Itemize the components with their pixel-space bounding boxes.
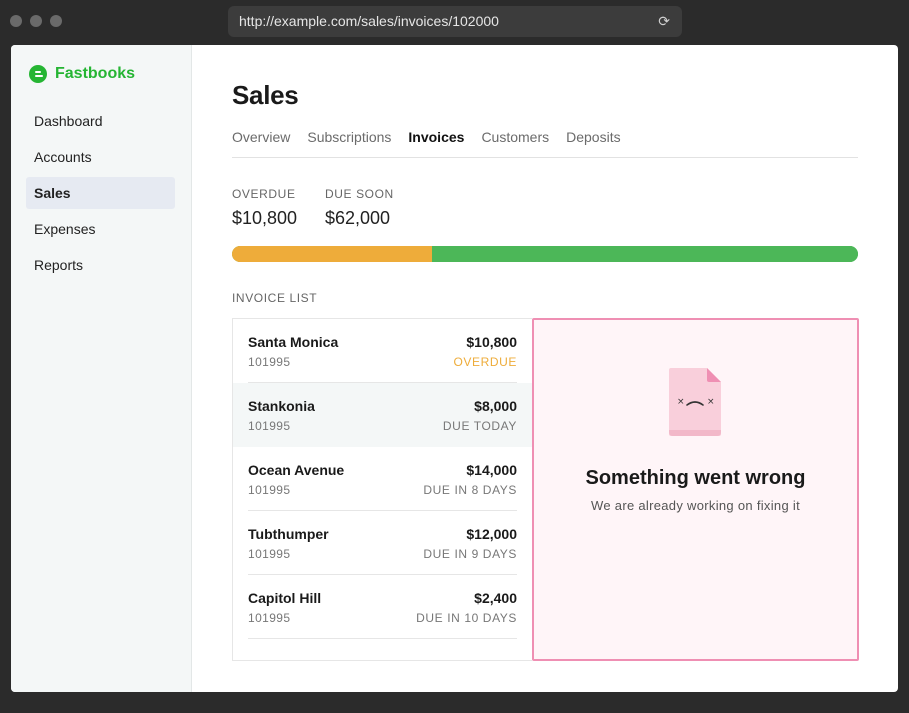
brand-logo[interactable]: Fastbooks: [29, 65, 135, 83]
invoice-row-stankonia[interactable]: Stankonia 101995 $8,000 DUE TODAY: [233, 383, 532, 447]
tab-subscriptions[interactable]: Subscriptions: [307, 129, 391, 157]
invoice-row-santa-monica[interactable]: Santa Monica 101995 $10,800 OVERDUE: [233, 319, 532, 383]
invoice-number: 101995: [248, 547, 291, 561]
invoice-number: 101995: [248, 483, 291, 497]
due-soon-bar-segment: [432, 246, 858, 262]
sidebar-item-sales[interactable]: Sales: [26, 177, 175, 209]
sad-document-icon: × ×: [669, 368, 721, 436]
invoice-customer: Ocean Avenue: [248, 462, 345, 478]
invoice-due-status: OVERDUE: [453, 355, 517, 369]
minimize-window-button[interactable]: [30, 15, 42, 27]
app-window: Fastbooks Dashboard Accounts Sales Expen…: [11, 45, 898, 692]
invoice-customer: Tubthumper: [248, 526, 329, 542]
invoice-amount: $2,400: [474, 590, 517, 606]
due-soon-summary: DUE SOON $62,000: [325, 187, 394, 229]
invoice-amount: $8,000: [474, 398, 517, 414]
sidebar-nav: Dashboard Accounts Sales Expenses Report…: [26, 105, 175, 285]
overdue-bar-segment: [232, 246, 433, 262]
receivables-progress-bar: [232, 246, 858, 262]
main-content: Sales Overview Subscriptions Invoices Cu…: [232, 45, 859, 692]
tab-deposits[interactable]: Deposits: [566, 129, 620, 157]
invoice-number: 101995: [248, 611, 291, 625]
invoice-list-label: INVOICE LIST: [232, 291, 318, 305]
error-subtitle: We are already working on fixing it: [591, 498, 800, 513]
sidebar-item-expenses[interactable]: Expenses: [26, 213, 175, 245]
address-bar[interactable]: http://example.com/sales/invoices/102000…: [228, 6, 682, 37]
brand-name: Fastbooks: [55, 65, 136, 82]
overdue-label: OVERDUE: [232, 187, 296, 201]
tab-invoices[interactable]: Invoices: [408, 129, 464, 157]
tab-bar: Overview Subscriptions Invoices Customer…: [232, 129, 858, 158]
overdue-summary: OVERDUE $10,800: [232, 187, 297, 229]
svg-text:×: ×: [677, 397, 685, 407]
error-panel: × × Something went wrong We are already …: [532, 318, 859, 661]
close-window-button[interactable]: [10, 15, 22, 27]
due-soon-label: DUE SOON: [325, 187, 394, 201]
sidebar-item-reports[interactable]: Reports: [26, 249, 175, 281]
invoice-amount: $10,800: [466, 334, 517, 350]
invoice-customer: Santa Monica: [248, 334, 339, 350]
invoice-due-status: DUE IN 10 DAYS: [416, 611, 517, 625]
invoice-amount: $12,000: [466, 526, 517, 542]
invoice-list: Santa Monica 101995 $10,800 OVERDUE Stan…: [232, 318, 532, 661]
tab-overview[interactable]: Overview: [232, 129, 290, 157]
page-title: Sales: [232, 80, 299, 110]
invoice-row-capitol-hill[interactable]: Capitol Hill 101995 $2,400 DUE IN 10 DAY…: [233, 575, 532, 639]
sidebar-item-accounts[interactable]: Accounts: [26, 141, 175, 173]
tab-customers[interactable]: Customers: [481, 129, 549, 157]
maximize-window-button[interactable]: [50, 15, 62, 27]
sidebar-item-dashboard[interactable]: Dashboard: [26, 105, 175, 137]
invoice-amount: $14,000: [466, 462, 517, 478]
invoice-customer: Stankonia: [248, 398, 315, 414]
url-text: http://example.com/sales/invoices/102000: [239, 13, 499, 29]
overdue-value: $10,800: [232, 208, 298, 228]
invoice-due-status: DUE TODAY: [442, 419, 517, 433]
invoice-customer: Capitol Hill: [248, 590, 322, 606]
sidebar: Fastbooks Dashboard Accounts Sales Expen…: [11, 45, 192, 692]
error-title: Something went wrong: [585, 467, 806, 489]
invoice-number: 101995: [248, 419, 291, 433]
due-soon-value: $62,000: [325, 208, 391, 228]
reload-icon[interactable]: ⟳: [658, 6, 670, 37]
invoice-due-status: DUE IN 9 DAYS: [423, 547, 517, 561]
fastbooks-logo-icon: [29, 65, 47, 83]
browser-chrome: http://example.com/sales/invoices/102000…: [0, 0, 909, 44]
invoice-row-tubthumper[interactable]: Tubthumper 101995 $12,000 DUE IN 9 DAYS: [233, 511, 532, 575]
invoice-row-ocean-avenue[interactable]: Ocean Avenue 101995 $14,000 DUE IN 8 DAY…: [233, 447, 532, 511]
invoice-due-status: DUE IN 8 DAYS: [423, 483, 517, 497]
invoice-number: 101995: [248, 355, 291, 369]
svg-text:×: ×: [707, 397, 715, 407]
